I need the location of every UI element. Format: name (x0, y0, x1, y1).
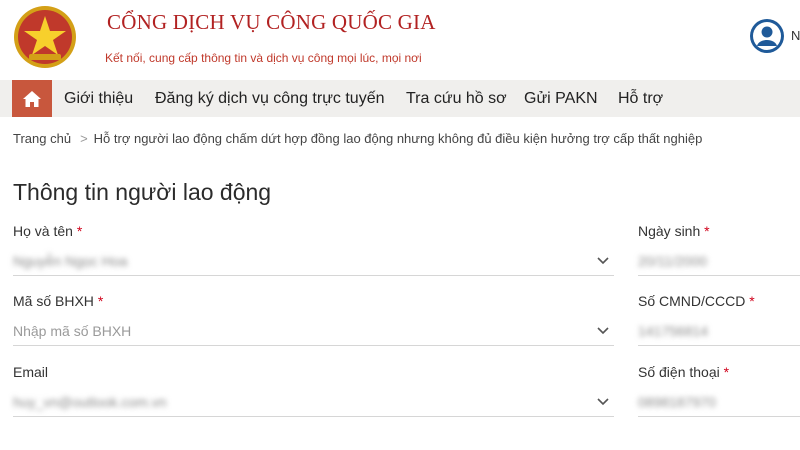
email-underline (13, 416, 614, 417)
full-name-select[interactable]: Nguyễn Ngọc Hoa (13, 253, 127, 269)
nav-item-tra-cuu-ho-so[interactable]: Tra cứu hồ sơ (406, 80, 507, 117)
id-number-field[interactable]: 141756814 (638, 323, 708, 339)
birth-date-underline (638, 275, 800, 276)
home-icon (23, 90, 41, 107)
site-subtitle: Kết nối, cung cấp thông tin và dịch vụ c… (105, 51, 422, 65)
home-button[interactable] (12, 80, 52, 117)
birth-date-label: Ngày sinh * (638, 223, 710, 239)
birth-date-field[interactable]: 20/11/2000 (638, 253, 707, 269)
id-number-underline (638, 345, 800, 346)
nav-item-ho-tro[interactable]: Hỗ trợ (618, 80, 663, 117)
breadcrumb-separator: > (80, 131, 88, 146)
phone-underline (638, 416, 800, 417)
phone-field[interactable]: 0898187970 (638, 394, 716, 410)
page-title: Thông tin người lao động (13, 179, 272, 205)
user-name-truncated[interactable]: N (791, 28, 800, 43)
email-input[interactable]: huy_vn@outlook.com.vn (13, 394, 167, 410)
full-name-label: Họ và tên * (13, 223, 83, 239)
nav-item-dang-ky-dich-vu[interactable]: Đăng ký dịch vụ công trực tuyến (155, 80, 385, 117)
site-title[interactable]: CỔNG DỊCH VỤ CÔNG QUỐC GIA (107, 10, 436, 35)
site-header: CỔNG DỊCH VỤ CÔNG QUỐC GIA Kết nối, cung… (0, 0, 800, 80)
breadcrumb: Trang chủ > Hỗ trợ người lao động chấm dứt… (13, 131, 702, 146)
social-insurance-label: Mã số BHXH * (13, 293, 104, 309)
chevron-down-icon[interactable] (597, 257, 609, 265)
user-avatar-icon[interactable] (749, 18, 785, 54)
breadcrumb-current: Hỗ trợ người lao động chấm dứt hợp đồng … (93, 131, 703, 146)
chevron-down-icon[interactable] (597, 398, 609, 406)
email-label: Email (13, 364, 49, 380)
nav-item-gioi-thieu[interactable]: Giới thiệu (64, 80, 133, 117)
phone-label: Số điện thoại * (638, 364, 730, 380)
main-nav: Giới thiệu Đăng ký dịch vụ công trực tuy… (0, 80, 800, 117)
national-emblem-icon[interactable] (12, 4, 78, 70)
social-insurance-underline (13, 345, 614, 346)
id-number-label: Số CMND/CCCD * (638, 293, 755, 309)
breadcrumb-home[interactable]: Trang chủ (13, 131, 71, 146)
nav-item-gui-pakn[interactable]: Gửi PAKN (524, 80, 598, 117)
chevron-down-icon[interactable] (597, 327, 609, 335)
social-insurance-input[interactable]: Nhập mã số BHXH (13, 323, 131, 339)
full-name-underline (13, 275, 614, 276)
